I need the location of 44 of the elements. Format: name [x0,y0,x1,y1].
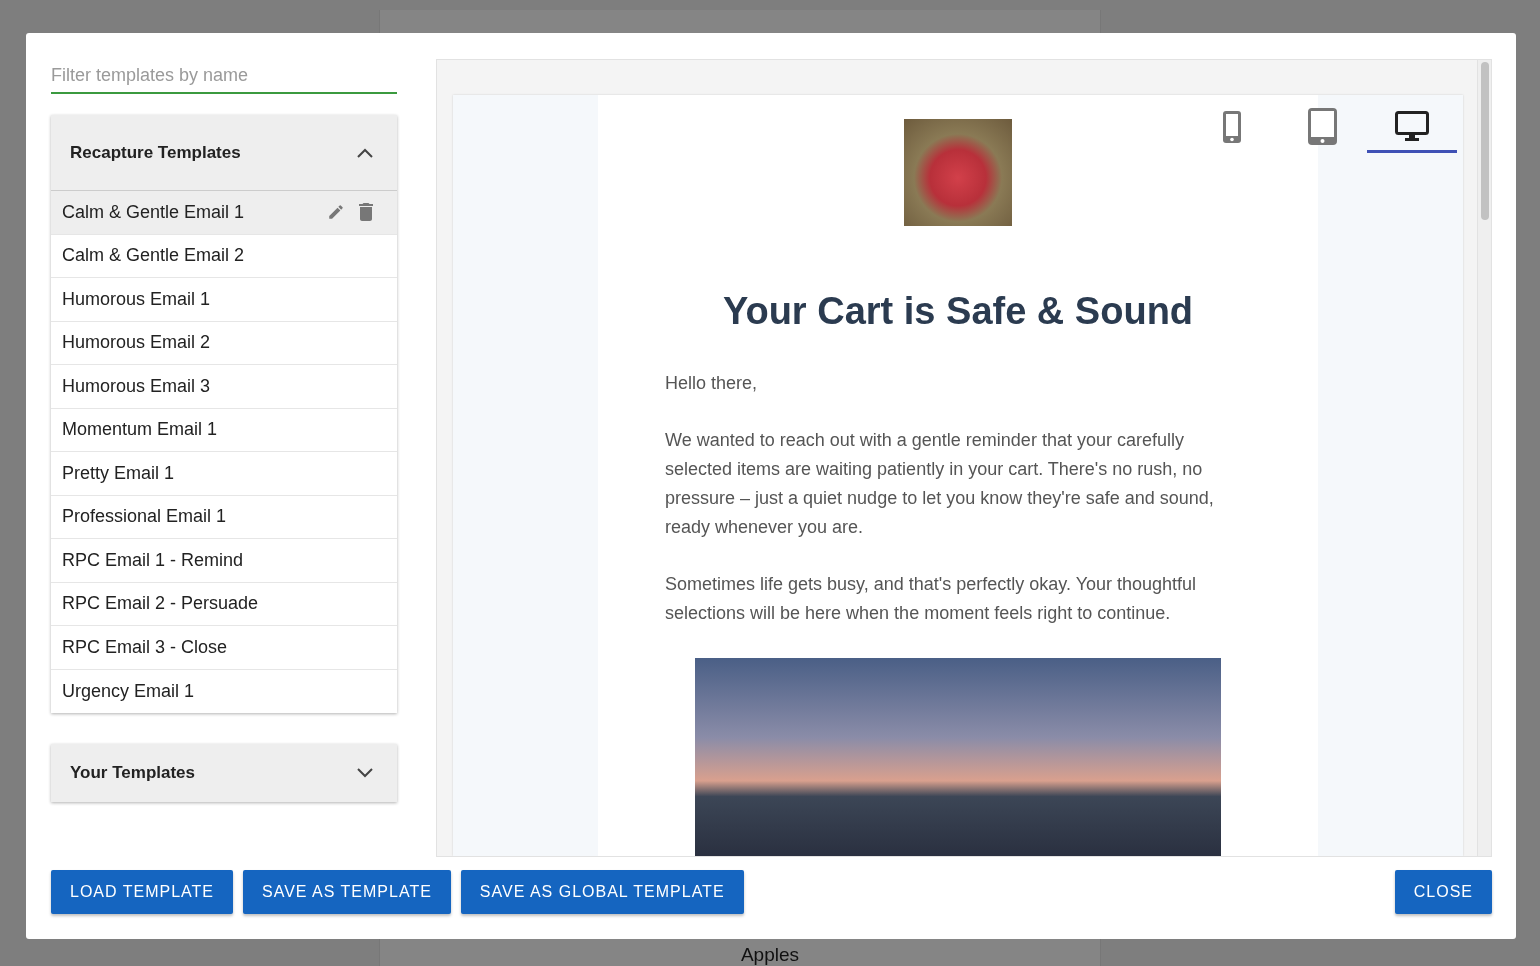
template-item[interactable]: RPC Email 3 - Close [51,626,397,670]
background-text: Apples [740,944,800,966]
phone-icon [1222,109,1242,144]
template-name: Calm & Gentle Email 1 [62,201,245,223]
template-name: Calm & Gentle Email 2 [62,245,245,267]
template-name: Urgency Email 1 [62,680,195,702]
scrollbar-thumb[interactable] [1481,62,1489,220]
action-button[interactable]: SAVE AS TEMPLATE [243,870,451,914]
template-item[interactable]: Humorous Email 1 [51,278,397,322]
template-item[interactable]: Professional Email 1 [51,495,397,539]
template-item[interactable]: RPC Email 1 - Remind [51,539,397,583]
template-item[interactable]: Humorous Email 3 [51,365,397,409]
template-name: Pretty Email 1 [62,462,175,484]
template-item[interactable]: Humorous Email 2 [51,321,397,365]
template-item[interactable]: RPC Email 2 - Persuade [51,582,397,626]
email-paragraph: We wanted to reach out with a gentle reminder that your carefully selected items are waiting patiently in your cart. There's no rush, no pressure – just a quiet nudge to let you know they're safe and sound, ready whenever you are. [665,428,1215,539]
action-button[interactable]: LOAD TEMPLATE [51,870,233,914]
template-item[interactable]: Calm & Gentle Email 2 [51,234,397,278]
template-name: Humorous Email 3 [62,375,211,397]
section-title: Recapture Templates [70,142,241,163]
accordion-header[interactable]: Recapture Templates [51,115,397,191]
template-item[interactable]: Calm & Gentle Email 1 [51,191,397,235]
template-name: RPC Email 1 - Remind [62,549,244,571]
chevron-icon[interactable] [357,768,373,778]
template-name: Humorous Email 2 [62,332,211,354]
template-item[interactable]: Urgency Email 1 [51,669,397,713]
email-paragraph: Hello there, [665,371,759,395]
template-name: RPC Email 3 - Close [62,636,228,658]
template-name: Professional Email 1 [62,506,227,528]
template-name: Humorous Email 1 [62,288,211,310]
delete-icon[interactable] [359,203,373,222]
close-button[interactable]: CLOSE [1394,870,1492,914]
email-paragraph: Sometimes life gets busy, and that's perfectly okay. Your thoughtful selections will be here when the moment feels right to continue. [665,572,1198,625]
accordion-header[interactable]: Your Templates [51,744,397,802]
template-name: RPC Email 2 - Persuade [62,593,259,615]
template-name: Momentum Email 1 [62,419,218,441]
monitor-icon [1395,111,1429,142]
action-button[interactable]: SAVE AS GLOBAL TEMPLATE [460,870,744,914]
email-heading: Your Cart is Safe & Sound [722,289,1194,333]
template-item[interactable]: Momentum Email 1 [51,408,397,452]
section-title: Your Templates [70,763,195,783]
template-item[interactable]: Pretty Email 1 [51,452,397,496]
edit-icon[interactable] [327,203,345,222]
chevron-icon[interactable] [357,147,373,158]
